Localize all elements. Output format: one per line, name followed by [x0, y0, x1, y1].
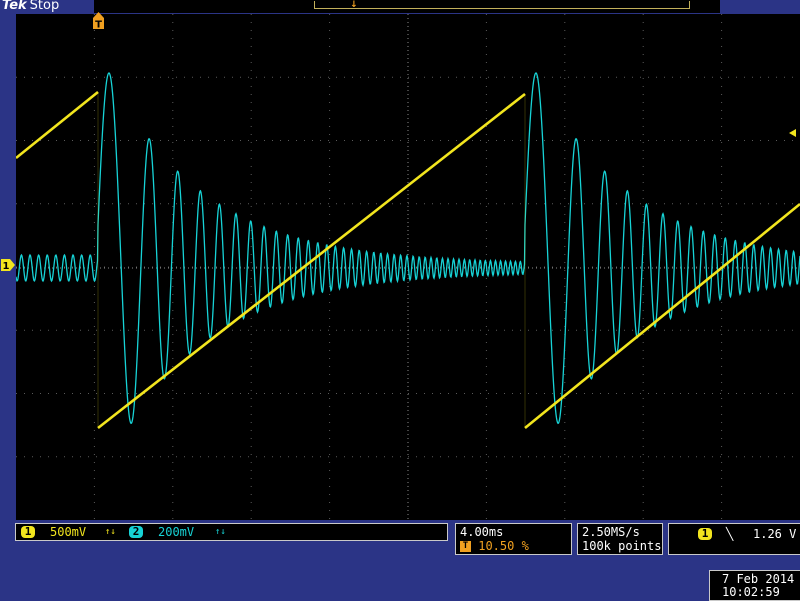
sample-rate: 2.50MS/s	[582, 525, 640, 539]
channel-readout[interactable]: 1 500mV ↑↓ 2 200mV ↑↓	[15, 523, 448, 541]
trigger-level-marker[interactable]	[787, 127, 799, 139]
ch1-waveform-segment	[97, 92, 526, 430]
date: 7 Feb 2014	[722, 572, 795, 586]
record-trigger-marker: ↓	[350, 0, 358, 10]
ch2-scale: 200mV	[158, 525, 195, 539]
brand-status: Tek Stop	[2, 0, 59, 13]
waveform-display	[15, 14, 800, 520]
record-view-strip: ↓	[94, 0, 720, 13]
bandwidth-icon: ↑↓	[105, 527, 116, 537]
trigger-position-percent: 10.50 %	[478, 539, 529, 553]
trigger-position-marker[interactable]: T	[92, 12, 105, 30]
trigger-level: 1.26 V	[753, 527, 797, 541]
falling-edge-icon: ╲	[726, 527, 734, 541]
ch1-waveform-segment	[15, 90, 99, 160]
svg-text:T: T	[95, 20, 102, 31]
top-bar: Tek Stop ↓	[0, 0, 800, 14]
svg-text:1: 1	[3, 261, 10, 272]
trigger-icon: T	[460, 541, 471, 552]
ch1-badge[interactable]: 1	[21, 526, 35, 538]
acquisition-readout[interactable]: 2.50MS/s 100k points	[577, 523, 663, 555]
ch1-ground-marker[interactable]: 1	[0, 258, 16, 272]
bandwidth-icon: ↑↓	[215, 527, 226, 537]
record-window	[314, 1, 690, 9]
brand-logo: Tek	[2, 0, 27, 13]
trigger-readout[interactable]: 1 ╲ 1.26 V	[668, 523, 800, 555]
trigger-source-badge: 1	[698, 528, 712, 540]
record-length: 100k points	[582, 539, 662, 553]
run-state: Stop	[29, 0, 60, 13]
ch1-scale: 500mV	[50, 525, 87, 539]
horizontal-scale: 4.00ms	[460, 525, 504, 539]
timebase-readout[interactable]: 4.00ms T 10.50 %	[455, 523, 572, 555]
ch2-badge[interactable]: 2	[129, 526, 143, 538]
trigger-position-readout: T 10.50 %	[460, 539, 529, 553]
time: 10:02:59	[722, 585, 780, 599]
date-time-readout: 7 Feb 2014 10:02:59	[709, 570, 800, 601]
waveform-graticule	[15, 14, 800, 520]
